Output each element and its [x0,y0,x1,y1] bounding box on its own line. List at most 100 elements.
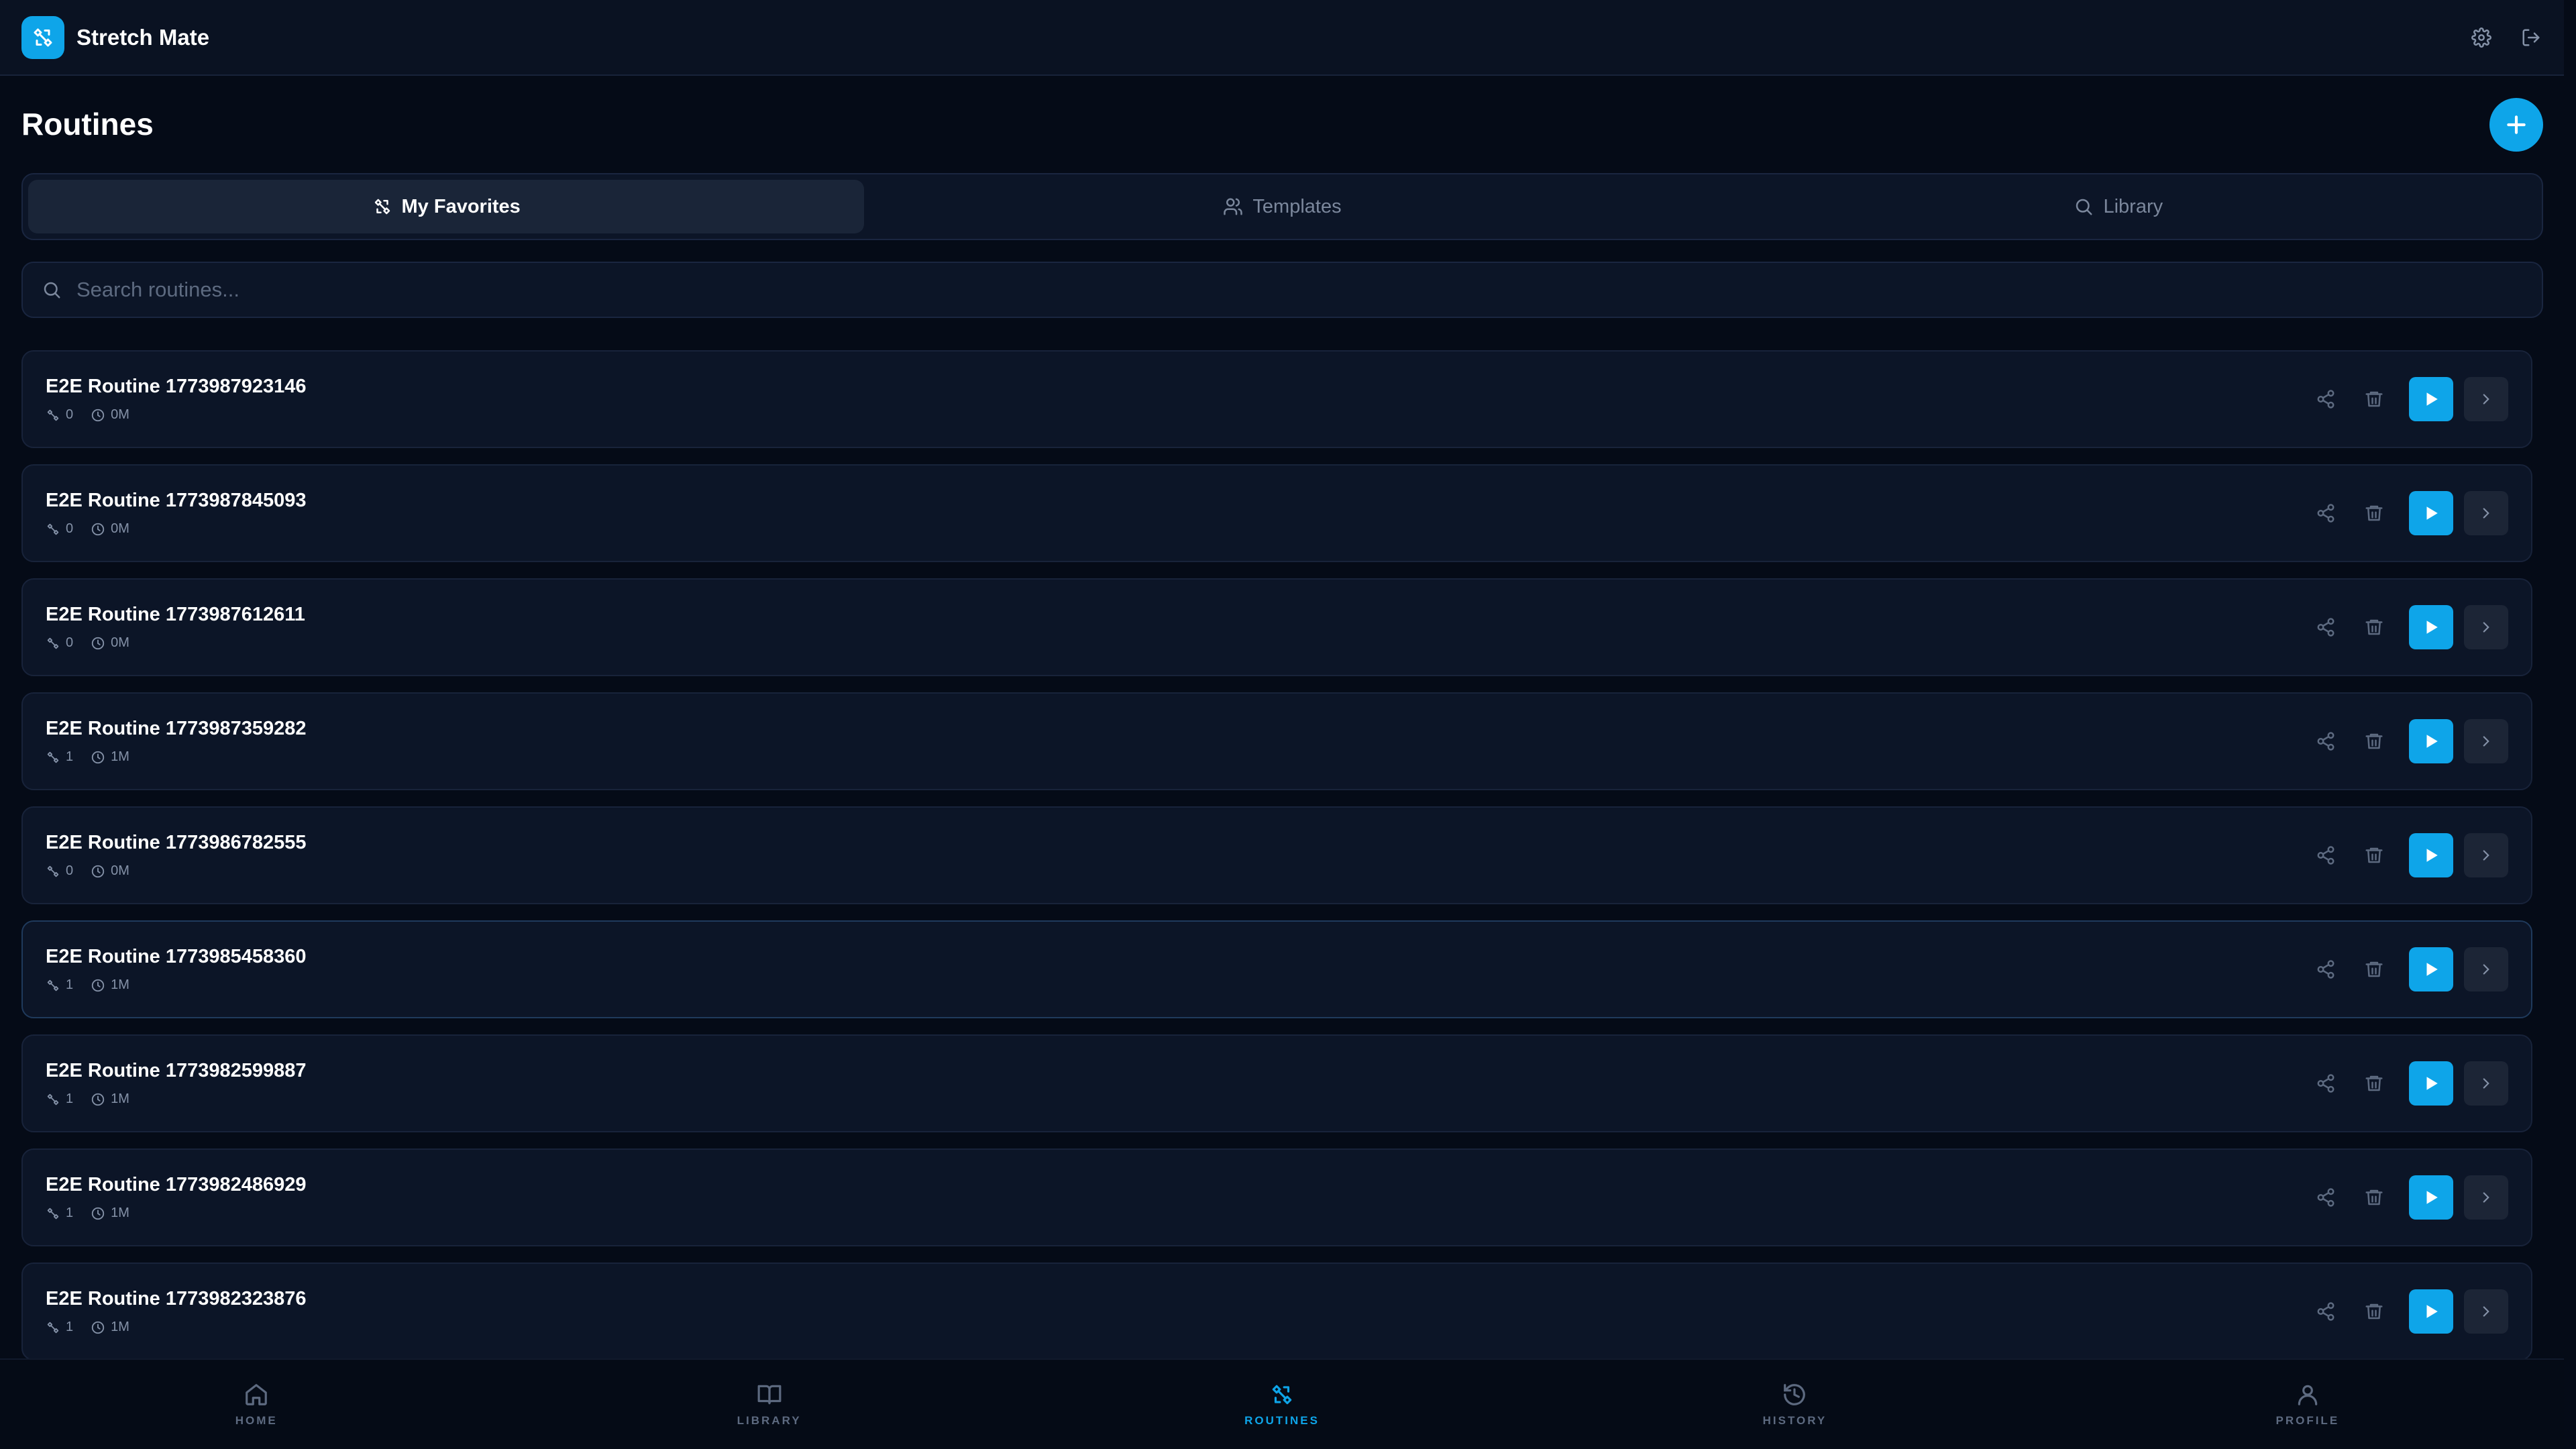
play-button[interactable] [2409,719,2453,763]
share-icon[interactable] [2312,386,2339,413]
stretch-icon [47,637,59,649]
routine-card[interactable]: E2E Routine 1773985458360 1 1M [21,920,2532,1018]
stretch-icon [374,199,390,215]
routine-duration: 1M [111,1091,129,1106]
open-routine-button[interactable] [2464,1061,2508,1106]
play-icon [2426,963,2438,976]
nav-home[interactable]: HOME [0,1360,513,1449]
routine-name: E2E Routine 1773982486929 [46,1174,307,1195]
app-title: Stretch Mate [76,24,210,50]
trash-icon[interactable] [2361,500,2387,527]
nav-library[interactable]: LIBRARY [513,1360,1025,1449]
chevron-right-icon [2483,394,2489,405]
routine-card[interactable]: E2E Routine 1773982486929 1 1M [21,1148,2532,1246]
nav-routines[interactable]: ROUTINES [1026,1360,1538,1449]
chevron-right-icon [2483,736,2489,747]
routine-card[interactable]: E2E Routine 1773986782555 0 0M [21,806,2532,904]
play-icon [2426,849,2438,862]
trash-icon[interactable] [2361,956,2387,983]
trash-icon[interactable] [2361,842,2387,869]
share-icon[interactable] [2312,956,2339,983]
clock-icon [91,637,105,649]
play-button[interactable] [2409,377,2453,421]
gear-icon[interactable] [2470,26,2493,49]
routine-name: E2E Routine 1773987845093 [46,490,307,511]
open-routine-button[interactable] [2464,605,2508,649]
routine-card[interactable]: E2E Routine 1773987845093 0 0M [21,464,2532,562]
clock-icon [91,751,105,763]
open-routine-button[interactable] [2464,1175,2508,1220]
tab-label: Library [2103,195,2163,217]
play-button[interactable] [2409,1289,2453,1334]
routine-duration: 1M [111,1205,129,1220]
routine-card[interactable]: E2E Routine 1773987612611 0 0M [21,578,2532,676]
share-icon[interactable] [2312,614,2339,641]
bottom-nav: HOME LIBRARY ROUTINES HISTORY PROFILE [0,1358,2564,1449]
routine-card[interactable]: E2E Routine 1773982323876 1 1M [21,1263,2532,1360]
play-button[interactable] [2409,1175,2453,1220]
play-button[interactable] [2409,833,2453,877]
logout-icon[interactable] [2520,26,2542,49]
play-button[interactable] [2409,491,2453,535]
clock-icon [91,1321,105,1334]
routine-card[interactable]: E2E Routine 1773987359282 1 1M [21,692,2532,790]
play-button[interactable] [2409,605,2453,649]
tab-label: Templates [1252,195,1342,217]
add-routine-button[interactable] [2489,98,2543,152]
trash-icon[interactable] [2361,1298,2387,1325]
stretch-icon [1272,1385,1292,1404]
tab-my-favorites[interactable]: My Favorites [28,180,865,233]
tab-label: My Favorites [401,195,521,217]
trash-icon[interactable] [2361,1184,2387,1211]
clock-icon [91,523,105,535]
chevron-right-icon [2483,850,2489,861]
trash-icon[interactable] [2361,1070,2387,1097]
routine-name: E2E Routine 1773985458360 [46,946,307,967]
share-icon[interactable] [2312,728,2339,755]
tab-templates[interactable]: Templates [864,180,1700,233]
trash-icon[interactable] [2361,728,2387,755]
exercise-count: 0 [66,407,74,422]
routine-name: E2E Routine 1773987612611 [46,604,305,625]
stretch-icon [47,751,59,763]
open-routine-button[interactable] [2464,719,2508,763]
routine-name: E2E Routine 1773987359282 [46,718,307,739]
nav-history[interactable]: HISTORY [1538,1360,2051,1449]
routine-card[interactable]: E2E Routine 1773982599887 1 1M [21,1034,2532,1132]
share-icon[interactable] [2312,842,2339,869]
share-icon[interactable] [2312,1184,2339,1211]
search-input[interactable] [76,278,2523,302]
play-button[interactable] [2409,1061,2453,1106]
routine-card[interactable]: E2E Routine 1773987923146 0 0M [21,350,2532,448]
play-icon [2426,392,2438,406]
share-icon[interactable] [2312,1298,2339,1325]
play-icon [2426,1191,2438,1204]
book-icon [757,1385,782,1404]
search-icon [2076,199,2092,215]
top-bar: Stretch Mate [0,0,2564,76]
scrollbar[interactable] [2564,0,2576,1449]
routine-duration: 0M [111,635,129,650]
open-routine-button[interactable] [2464,1289,2508,1334]
open-routine-button[interactable] [2464,833,2508,877]
nav-profile[interactable]: PROFILE [2051,1360,2564,1449]
exercise-count: 1 [66,1320,74,1334]
stretch-icon [47,865,59,877]
stretch-icon [47,1322,59,1333]
open-routine-button[interactable] [2464,947,2508,991]
chevron-right-icon [2483,964,2489,975]
share-icon[interactable] [2312,500,2339,527]
tab-library[interactable]: Library [1701,180,2536,233]
chevron-right-icon [2483,1306,2489,1317]
clock-icon [91,409,105,421]
open-routine-button[interactable] [2464,377,2508,421]
open-routine-button[interactable] [2464,491,2508,535]
share-icon[interactable] [2312,1070,2339,1097]
play-button[interactable] [2409,947,2453,991]
trash-icon[interactable] [2361,614,2387,641]
nav-label: ROUTINES [1244,1413,1320,1427]
trash-icon[interactable] [2361,386,2387,413]
routine-tabs: My Favorites Templates Library [21,173,2543,240]
routine-duration: 1M [111,1320,129,1334]
search-bar [21,262,2543,318]
